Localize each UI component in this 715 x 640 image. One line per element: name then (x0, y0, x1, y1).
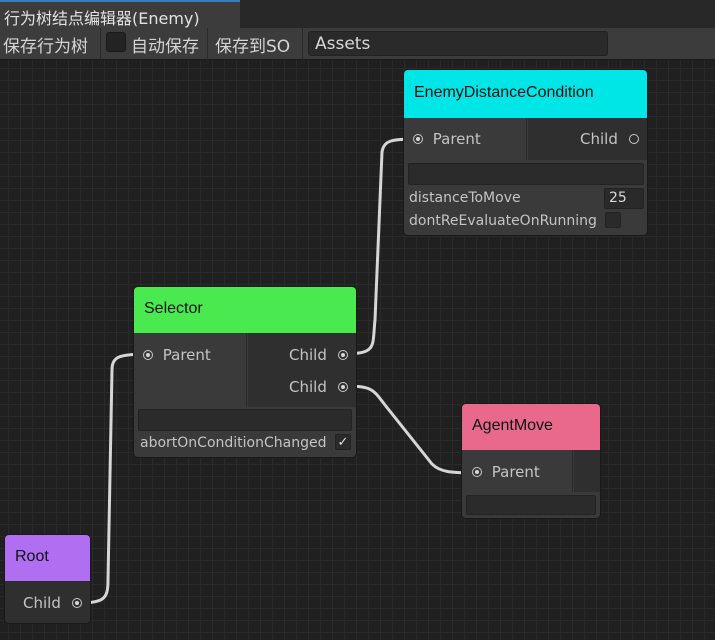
node-contents-field (466, 495, 596, 515)
node-title: AgentMove (462, 404, 600, 450)
port-connected-icon (337, 349, 348, 360)
node-enemy-distance-condition[interactable]: EnemyDistanceCondition Parent Child dist… (404, 70, 647, 235)
parent-port[interactable]: Parent (413, 130, 481, 148)
port-label: Child (289, 378, 327, 396)
port-label: Child (289, 346, 327, 364)
toolbar: 保存行为树 自动保存 保存到SO Assets (0, 28, 715, 60)
parent-port[interactable]: Parent (472, 463, 540, 481)
node-contents-field (408, 163, 644, 185)
edge-selector-to-agentmove (338, 384, 480, 475)
port-label: Child (580, 130, 618, 148)
prop-label: abortOnConditionChanged (140, 435, 327, 451)
child-port-1[interactable]: Child (289, 346, 348, 364)
prop-label: distanceToMove (409, 190, 521, 206)
graph-canvas[interactable]: EnemyDistanceCondition Parent Child dist… (0, 60, 715, 640)
abort-on-condition-changed-checkbox[interactable]: ✓ (335, 434, 351, 450)
node-title: EnemyDistanceCondition (404, 70, 647, 118)
toolbar-divider (100, 28, 101, 60)
child-port[interactable]: Child (580, 130, 639, 148)
port-empty-icon (628, 133, 639, 144)
save-to-so-button[interactable]: 保存到SO (215, 32, 290, 57)
output-port-area (574, 450, 600, 492)
port-connected-icon (143, 349, 153, 360)
port-label: Parent (432, 130, 481, 148)
port-connected-icon (413, 133, 423, 144)
editor-tab-title: 行为树结点编辑器(Enemy) (4, 9, 200, 28)
toolbar-divider (207, 28, 208, 60)
distance-to-move-input[interactable]: 25 (604, 188, 644, 209)
auto-save-checkbox[interactable] (106, 32, 126, 52)
child-port[interactable]: Child (23, 594, 82, 612)
save-tree-button[interactable]: 保存行为树 (3, 32, 88, 57)
node-contents-field (138, 409, 352, 431)
node-title: Root (5, 535, 90, 581)
window-titlebar: 行为树结点编辑器(Enemy) (0, 0, 715, 28)
toolbar-divider (302, 28, 303, 60)
port-connected-icon (71, 597, 82, 608)
port-label: Parent (162, 346, 211, 364)
auto-save-label: 自动保存 (131, 37, 199, 57)
node-selector[interactable]: Selector Parent Child Child abortOnCondi… (134, 287, 356, 457)
port-connected-icon (472, 466, 482, 477)
input-port-area (134, 333, 247, 407)
port-label: Child (23, 594, 61, 612)
child-port-2[interactable]: Child (289, 378, 348, 396)
node-agent-move[interactable]: AgentMove Parent (462, 404, 600, 518)
node-title: Selector (134, 287, 356, 333)
port-connected-icon (337, 381, 348, 392)
editor-tab[interactable]: 行为树结点编辑器(Enemy) (0, 0, 240, 28)
dont-reevaluate-checkbox[interactable] (605, 212, 621, 228)
prop-label: dontReEvaluateOnRunning (409, 213, 597, 229)
parent-port[interactable]: Parent (143, 346, 211, 364)
node-root[interactable]: Root Child (5, 535, 90, 623)
path-input[interactable]: Assets (308, 31, 608, 56)
port-label: Parent (491, 463, 540, 481)
